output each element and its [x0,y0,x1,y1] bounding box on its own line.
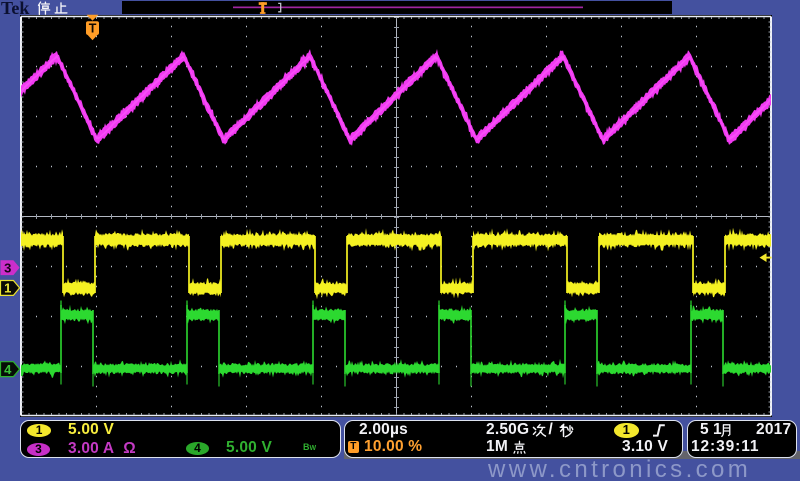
svg-text:3: 3 [4,260,11,275]
svg-text:1: 1 [4,281,11,296]
svg-text:T: T [89,22,97,36]
svg-text:4: 4 [4,362,12,377]
